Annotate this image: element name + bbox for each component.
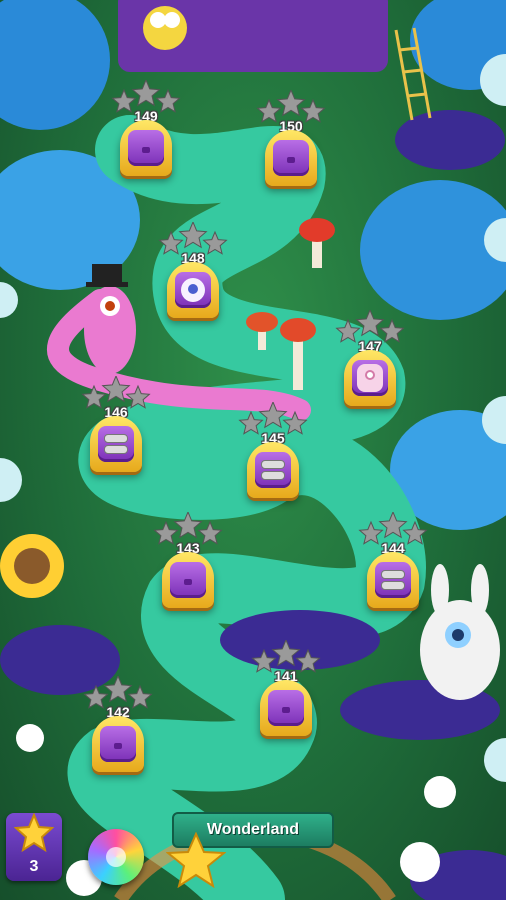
ovals-icon — [90, 416, 142, 472]
padlock-chest-icon — [92, 716, 144, 772]
star-slot-icon — [378, 512, 408, 539]
star-slot-icon — [131, 80, 161, 107]
blue-face-icon — [167, 262, 219, 318]
level-node-146[interactable]: 146 — [78, 376, 154, 476]
ovals-icon — [367, 552, 419, 608]
star-slot-icon — [258, 402, 288, 429]
level-node-141[interactable]: 141 — [248, 640, 324, 740]
ovals-icon — [247, 442, 299, 498]
pink-monster-icon — [344, 350, 396, 406]
level-node-147[interactable]: 147 — [332, 310, 408, 410]
level-node-148[interactable]: 148 — [155, 222, 231, 322]
padlock-chest-icon — [120, 120, 172, 176]
game-map: 149 150 148 147 146 145 143 144 141 142 … — [0, 0, 506, 900]
winding-path — [67, 115, 426, 900]
level-node-145[interactable]: 145 — [235, 402, 311, 502]
level-node-142[interactable]: 142 — [80, 676, 156, 776]
padlock-chest-icon — [260, 680, 312, 736]
star-count: 3 — [29, 858, 39, 875]
level-node-144[interactable]: 144 — [355, 512, 431, 612]
star-slot-icon — [101, 376, 131, 403]
star-slot-icon — [276, 90, 306, 117]
padlock-chest-icon — [162, 552, 214, 608]
star-counter[interactable]: 3 — [6, 813, 62, 881]
level-node-150[interactable]: 150 — [253, 90, 329, 190]
rainbow-booster-icon[interactable] — [88, 829, 144, 885]
star-slot-icon — [173, 512, 203, 539]
star-slot-icon — [271, 640, 301, 667]
white-bunny-creature — [420, 564, 500, 700]
fur-panel-creature — [143, 6, 187, 50]
sunflower — [0, 534, 64, 598]
padlock-chest-icon — [265, 130, 317, 186]
level-node-149[interactable]: 149 — [108, 80, 184, 180]
star-icon — [166, 832, 226, 888]
star-slot-icon — [103, 676, 133, 703]
star-slot-icon — [355, 310, 385, 337]
star-icon — [14, 813, 54, 853]
level-node-143[interactable]: 143 — [150, 512, 226, 612]
star-slot-icon — [178, 222, 208, 249]
